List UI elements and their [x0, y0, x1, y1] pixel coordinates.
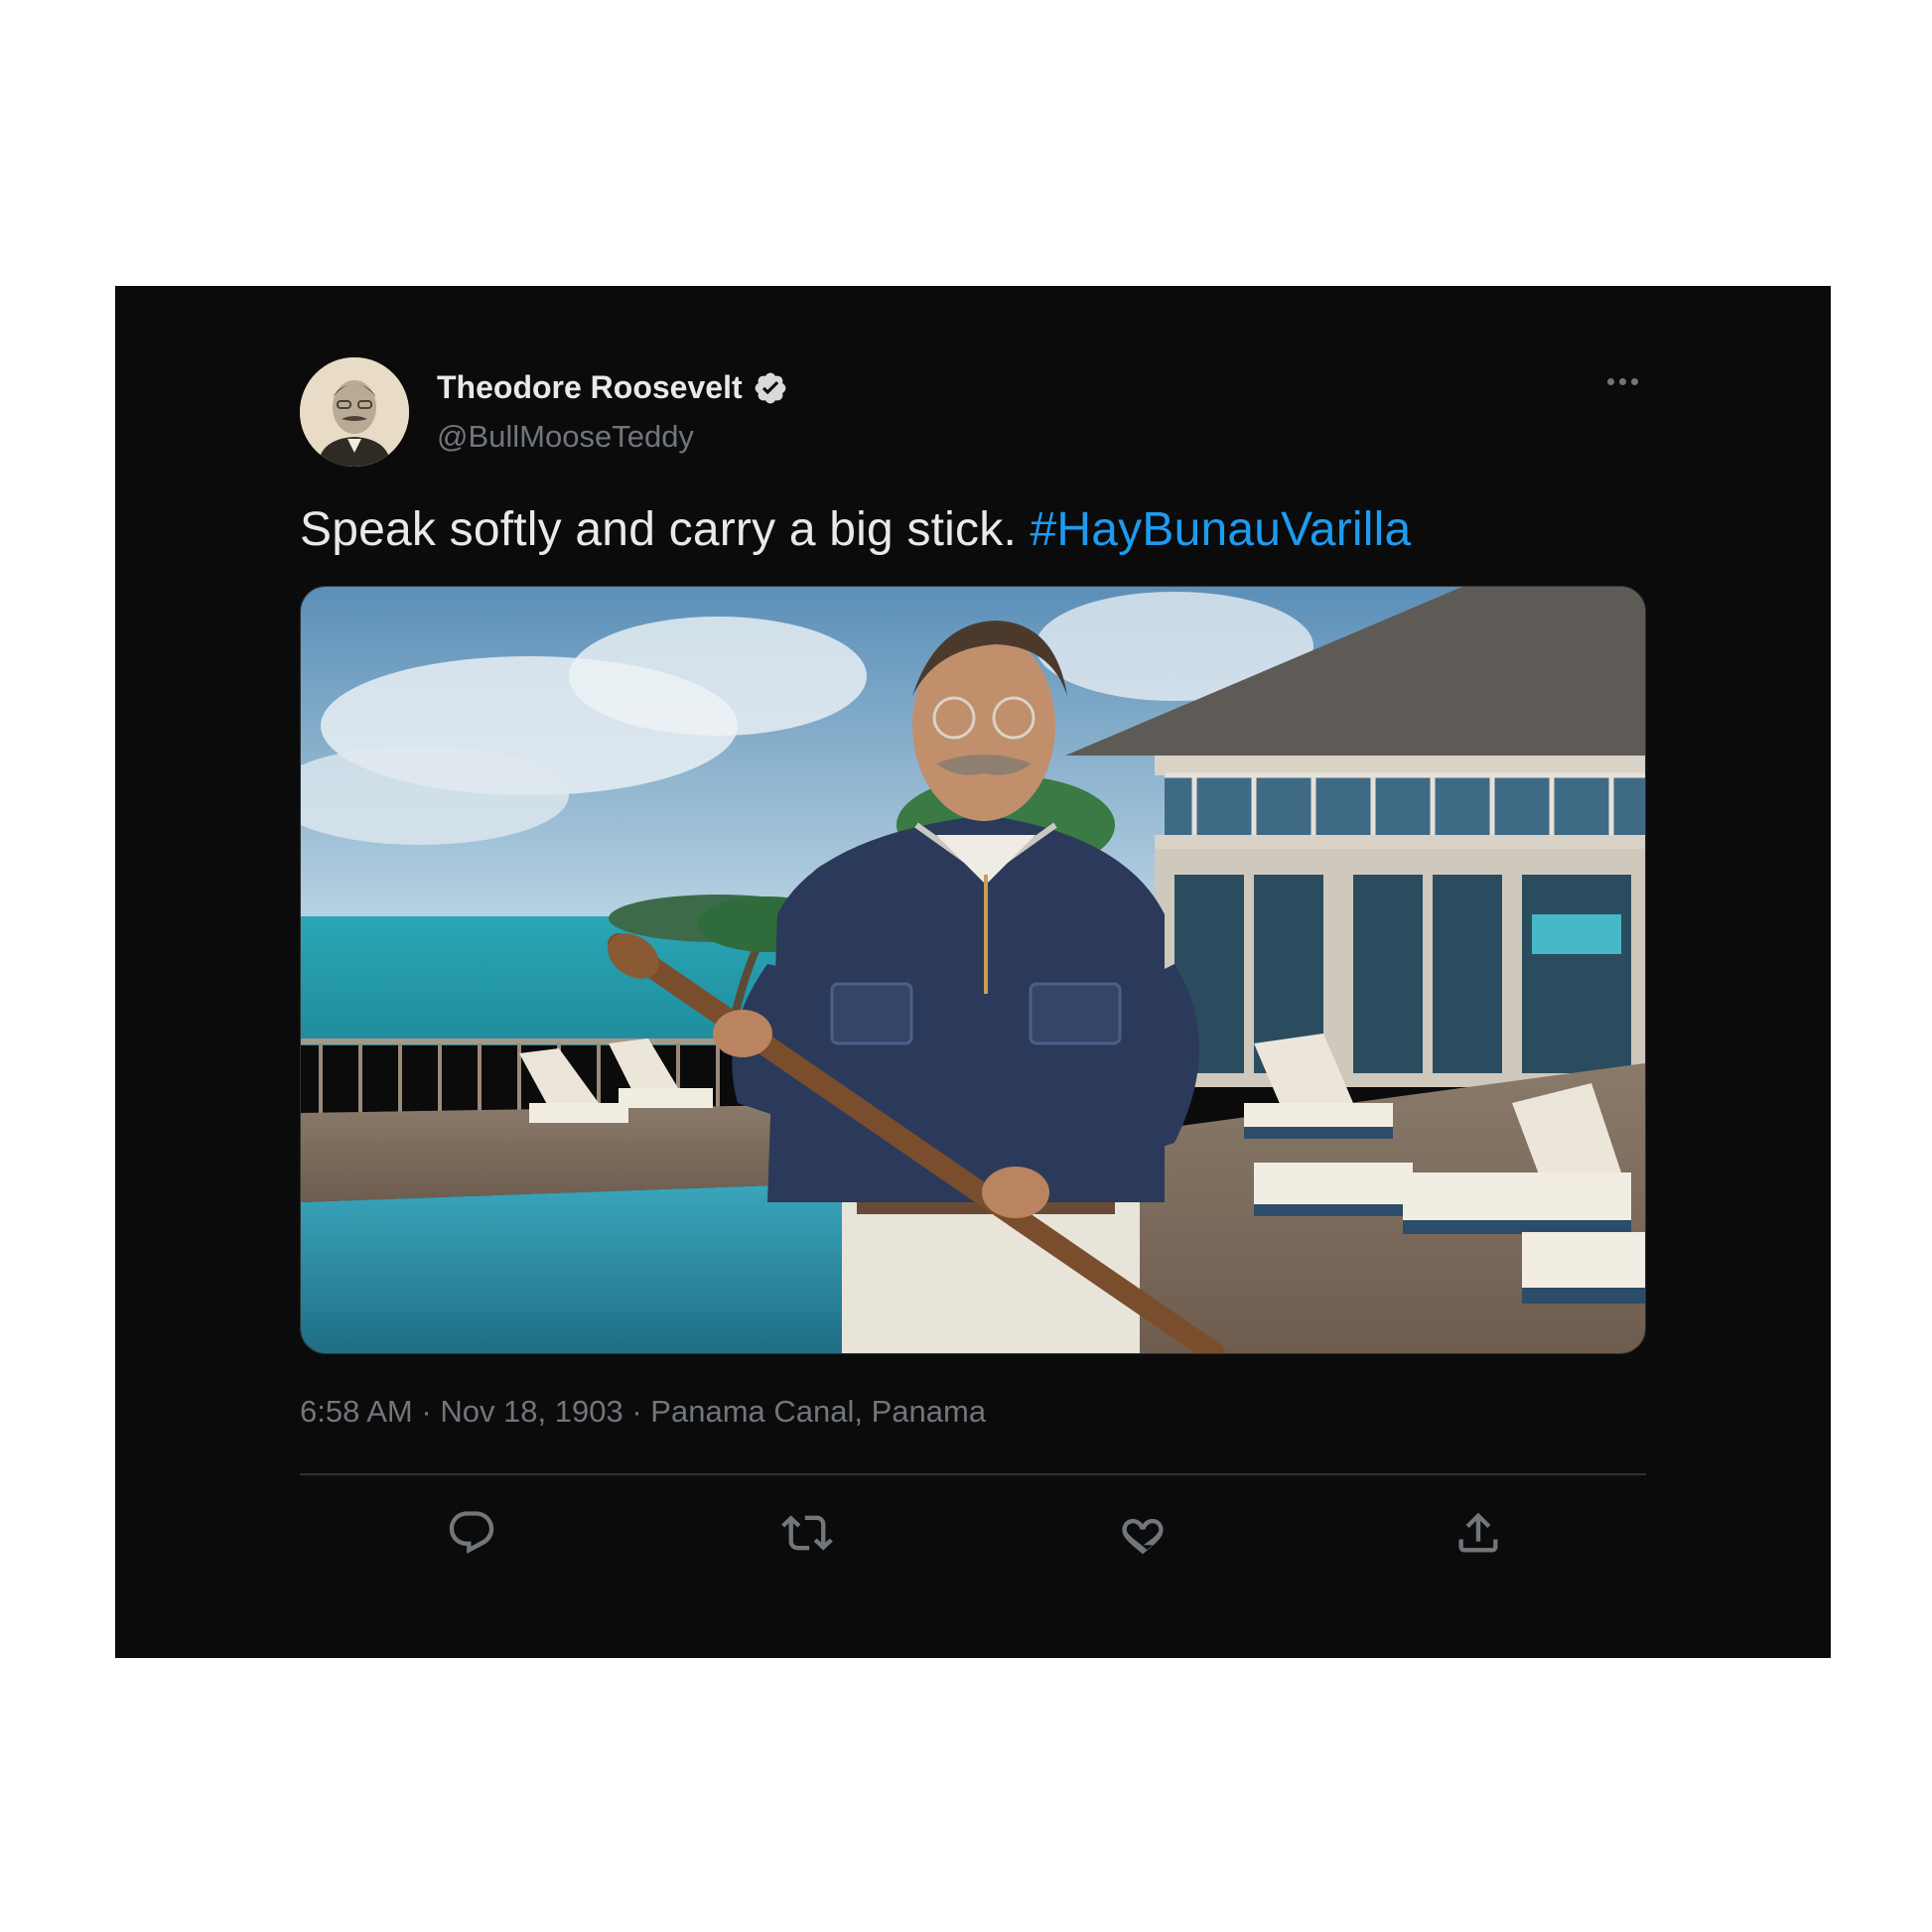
tweet-date[interactable]: Nov 18, 1903	[440, 1394, 622, 1429]
verified-badge-icon	[753, 370, 788, 406]
tweet-location[interactable]: Panama Canal, Panama	[650, 1394, 986, 1429]
tweet-time[interactable]: 6:58 AM	[300, 1394, 413, 1429]
meta-separator: ·	[622, 1394, 651, 1429]
like-button[interactable]	[1111, 1501, 1174, 1565]
author-name-text: Theodore Roosevelt	[437, 369, 743, 405]
avatar[interactable]	[300, 357, 409, 467]
share-button[interactable]	[1447, 1501, 1510, 1565]
more-options-button[interactable]	[1594, 361, 1650, 401]
resort-deck-illustration	[301, 587, 1645, 1353]
more-icon-dot	[1618, 377, 1626, 385]
reply-icon	[449, 1511, 494, 1555]
meta-separator: ·	[412, 1394, 441, 1429]
tweet-text: Speak softly and carry a big stick. #Hay…	[300, 502, 1411, 557]
share-icon	[1458, 1512, 1498, 1553]
tweet-card: Theodore Roosevelt @BullMooseTeddy Speak…	[115, 286, 1831, 1658]
retweet-icon	[781, 1515, 833, 1551]
author-handle[interactable]: @BullMooseTeddy	[437, 419, 694, 455]
author-display-name[interactable]: Theodore Roosevelt	[437, 369, 788, 406]
more-icon-dot	[1630, 377, 1638, 385]
tweet-meta: 6:58 AM · Nov 18, 1903 · Panama Canal, P…	[300, 1394, 986, 1430]
portrait-avatar-icon	[300, 357, 409, 467]
retweet-button[interactable]	[775, 1501, 839, 1565]
more-icon	[1606, 377, 1614, 385]
hashtag-link[interactable]: #HayBunauVarilla	[1031, 503, 1412, 556]
reply-button[interactable]	[440, 1501, 503, 1565]
heart-icon	[1122, 1518, 1164, 1555]
tweet-media-image[interactable]	[300, 586, 1646, 1354]
tweet-body: Speak softly and carry a big stick.	[300, 503, 1031, 556]
divider	[300, 1473, 1646, 1475]
